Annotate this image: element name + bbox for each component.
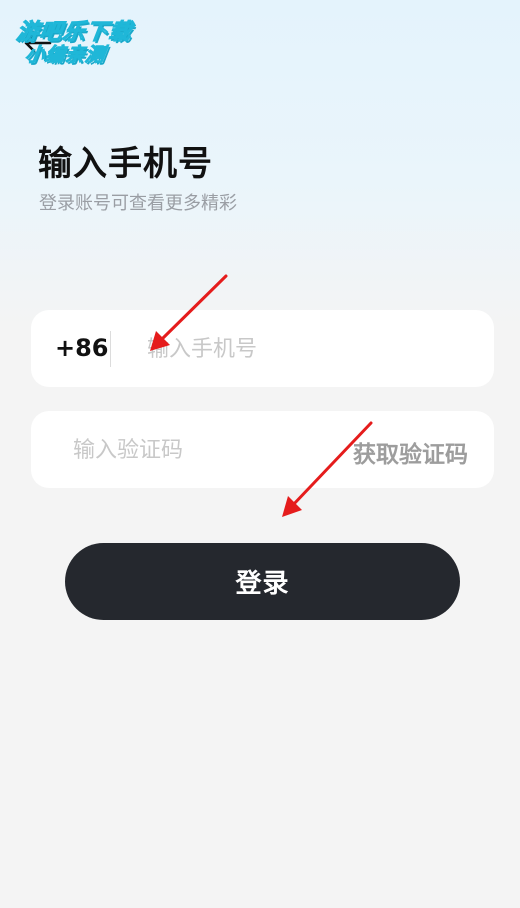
phone-number-card: +86 — [31, 310, 494, 387]
page-title: 输入手机号 — [38, 144, 213, 184]
country-code-selector[interactable]: +86 — [55, 334, 109, 362]
get-code-button[interactable]: 获取验证码 — [353, 435, 468, 469]
watermark-line-2: 小编亲测 — [23, 44, 108, 67]
watermark-logo: 游吧乐下载 小编亲测 — [2, 6, 159, 68]
country-code-divider — [110, 331, 111, 367]
verification-code-card: 获取验证码 — [31, 411, 494, 488]
verification-code-input[interactable] — [71, 429, 335, 471]
page-subtitle: 登录账号可查看更多精彩 — [39, 193, 237, 214]
phone-number-input[interactable] — [145, 328, 479, 370]
login-button[interactable]: 登录 — [65, 543, 460, 620]
